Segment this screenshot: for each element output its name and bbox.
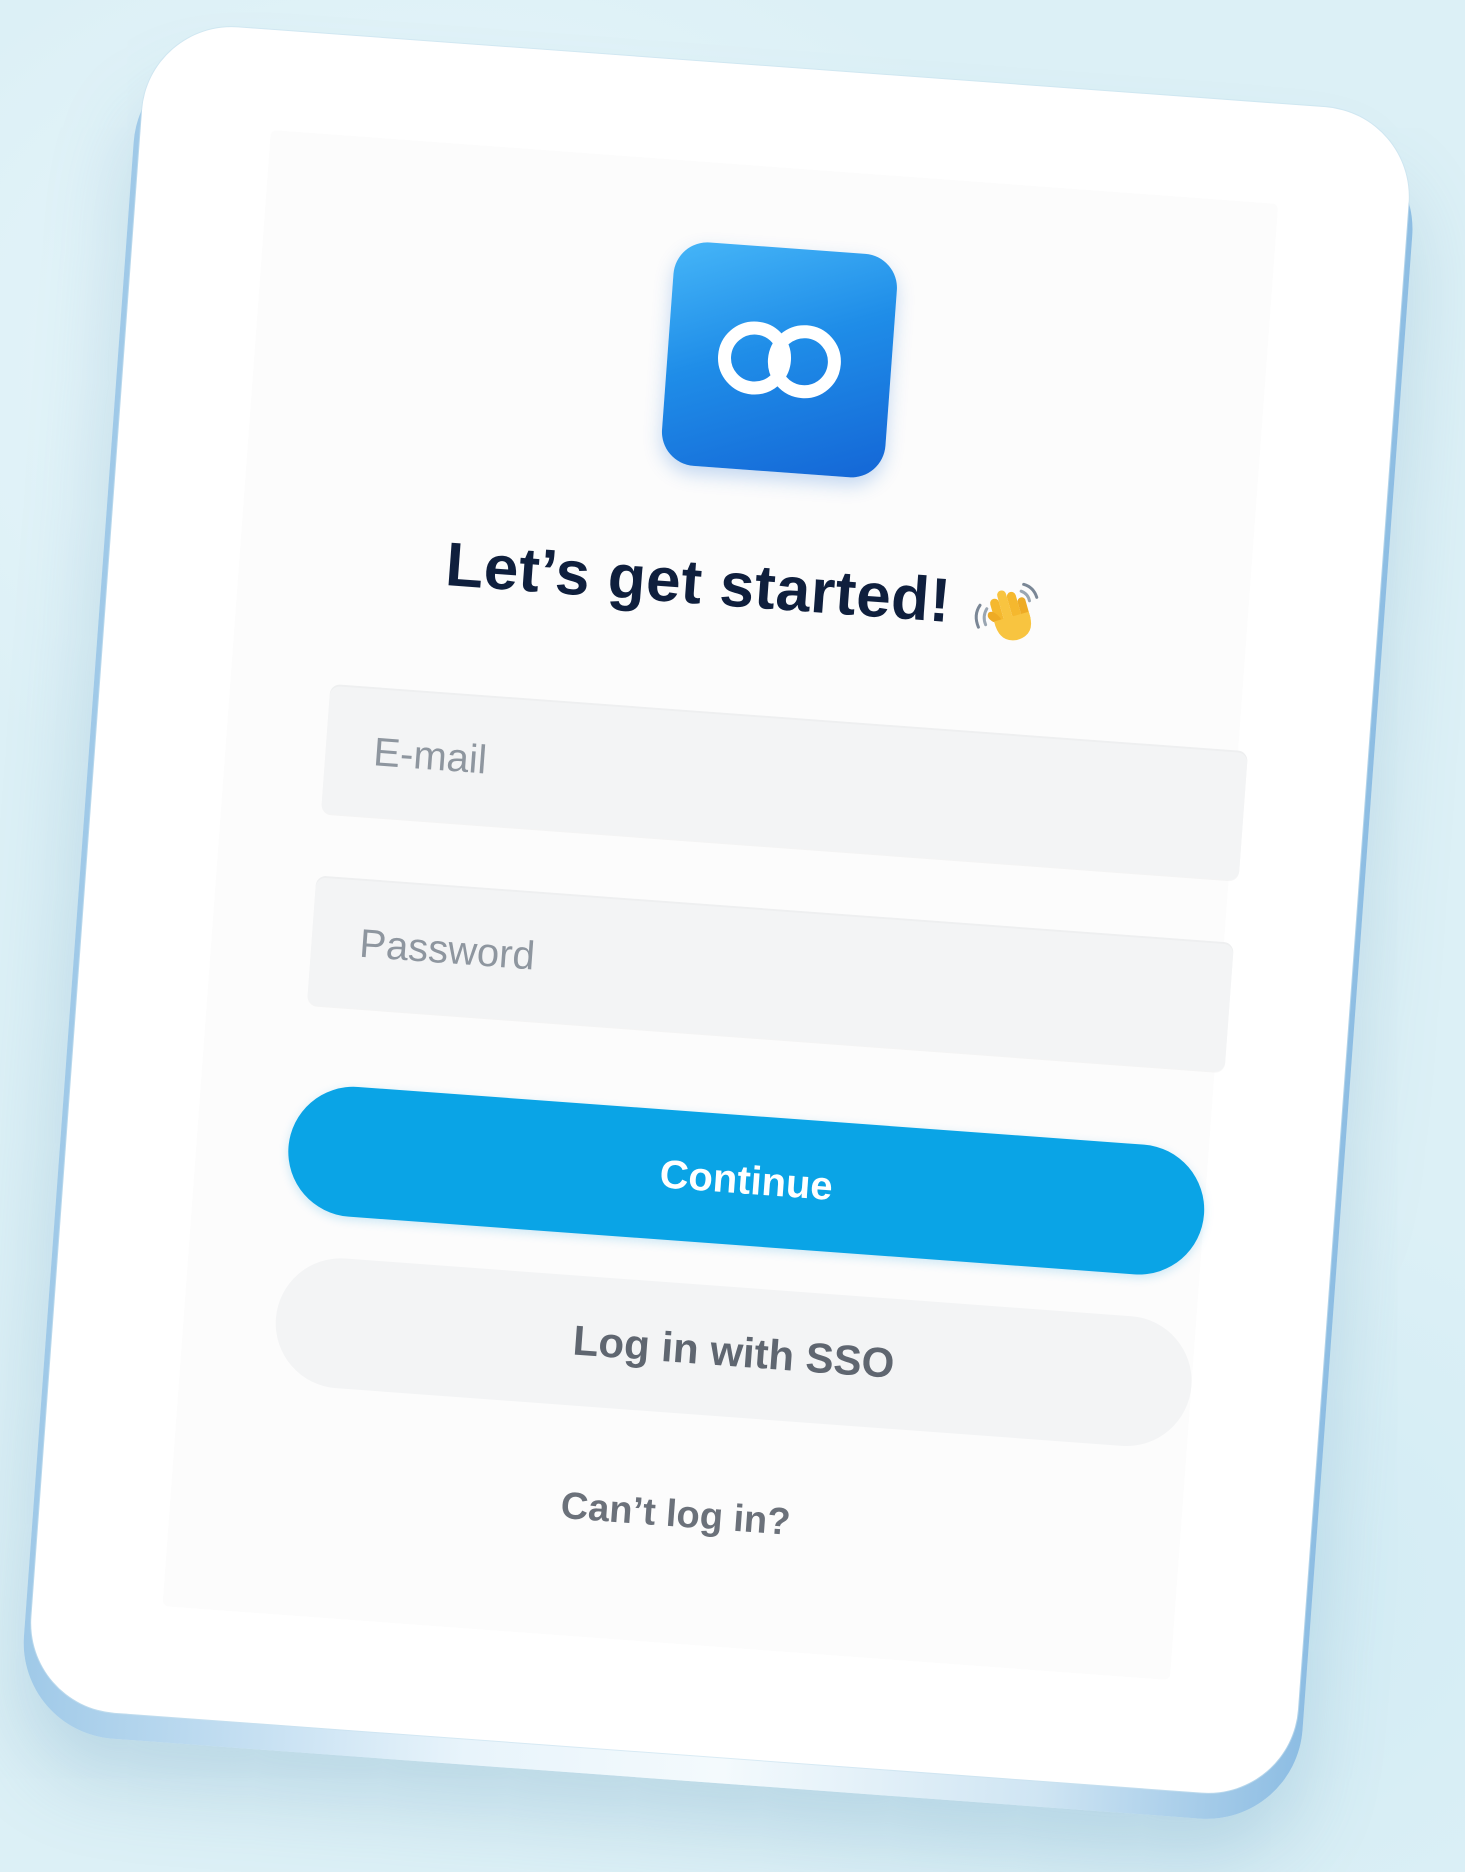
sso-login-button[interactable]: Log in with SSO: [271, 1253, 1197, 1451]
device-mockup: Let’s get started! E-mail Continue Log i…: [16, 20, 1420, 1826]
device-screen: Let’s get started! E-mail Continue Log i…: [24, 20, 1416, 1800]
page-title: Let’s get started!: [443, 530, 954, 636]
continue-button-label: Continue: [658, 1151, 835, 1209]
app-logo: [659, 239, 900, 480]
login-panel: Let’s get started! E-mail Continue Log i…: [162, 130, 1279, 1681]
password-field[interactable]: [306, 875, 1234, 1073]
waving-hand-icon: [966, 574, 1043, 655]
sso-login-button-label: Log in with SSO: [571, 1316, 896, 1387]
cant-login-link[interactable]: Can’t log in?: [170, 1456, 1180, 1573]
password-input[interactable]: [355, 920, 1231, 1031]
email-field[interactable]: [320, 683, 1249, 881]
page-title-row: Let’s get started!: [237, 514, 1250, 670]
email-input[interactable]: [369, 728, 1246, 840]
continue-button[interactable]: Continue: [283, 1082, 1209, 1280]
infinity-icon: [718, 321, 841, 399]
